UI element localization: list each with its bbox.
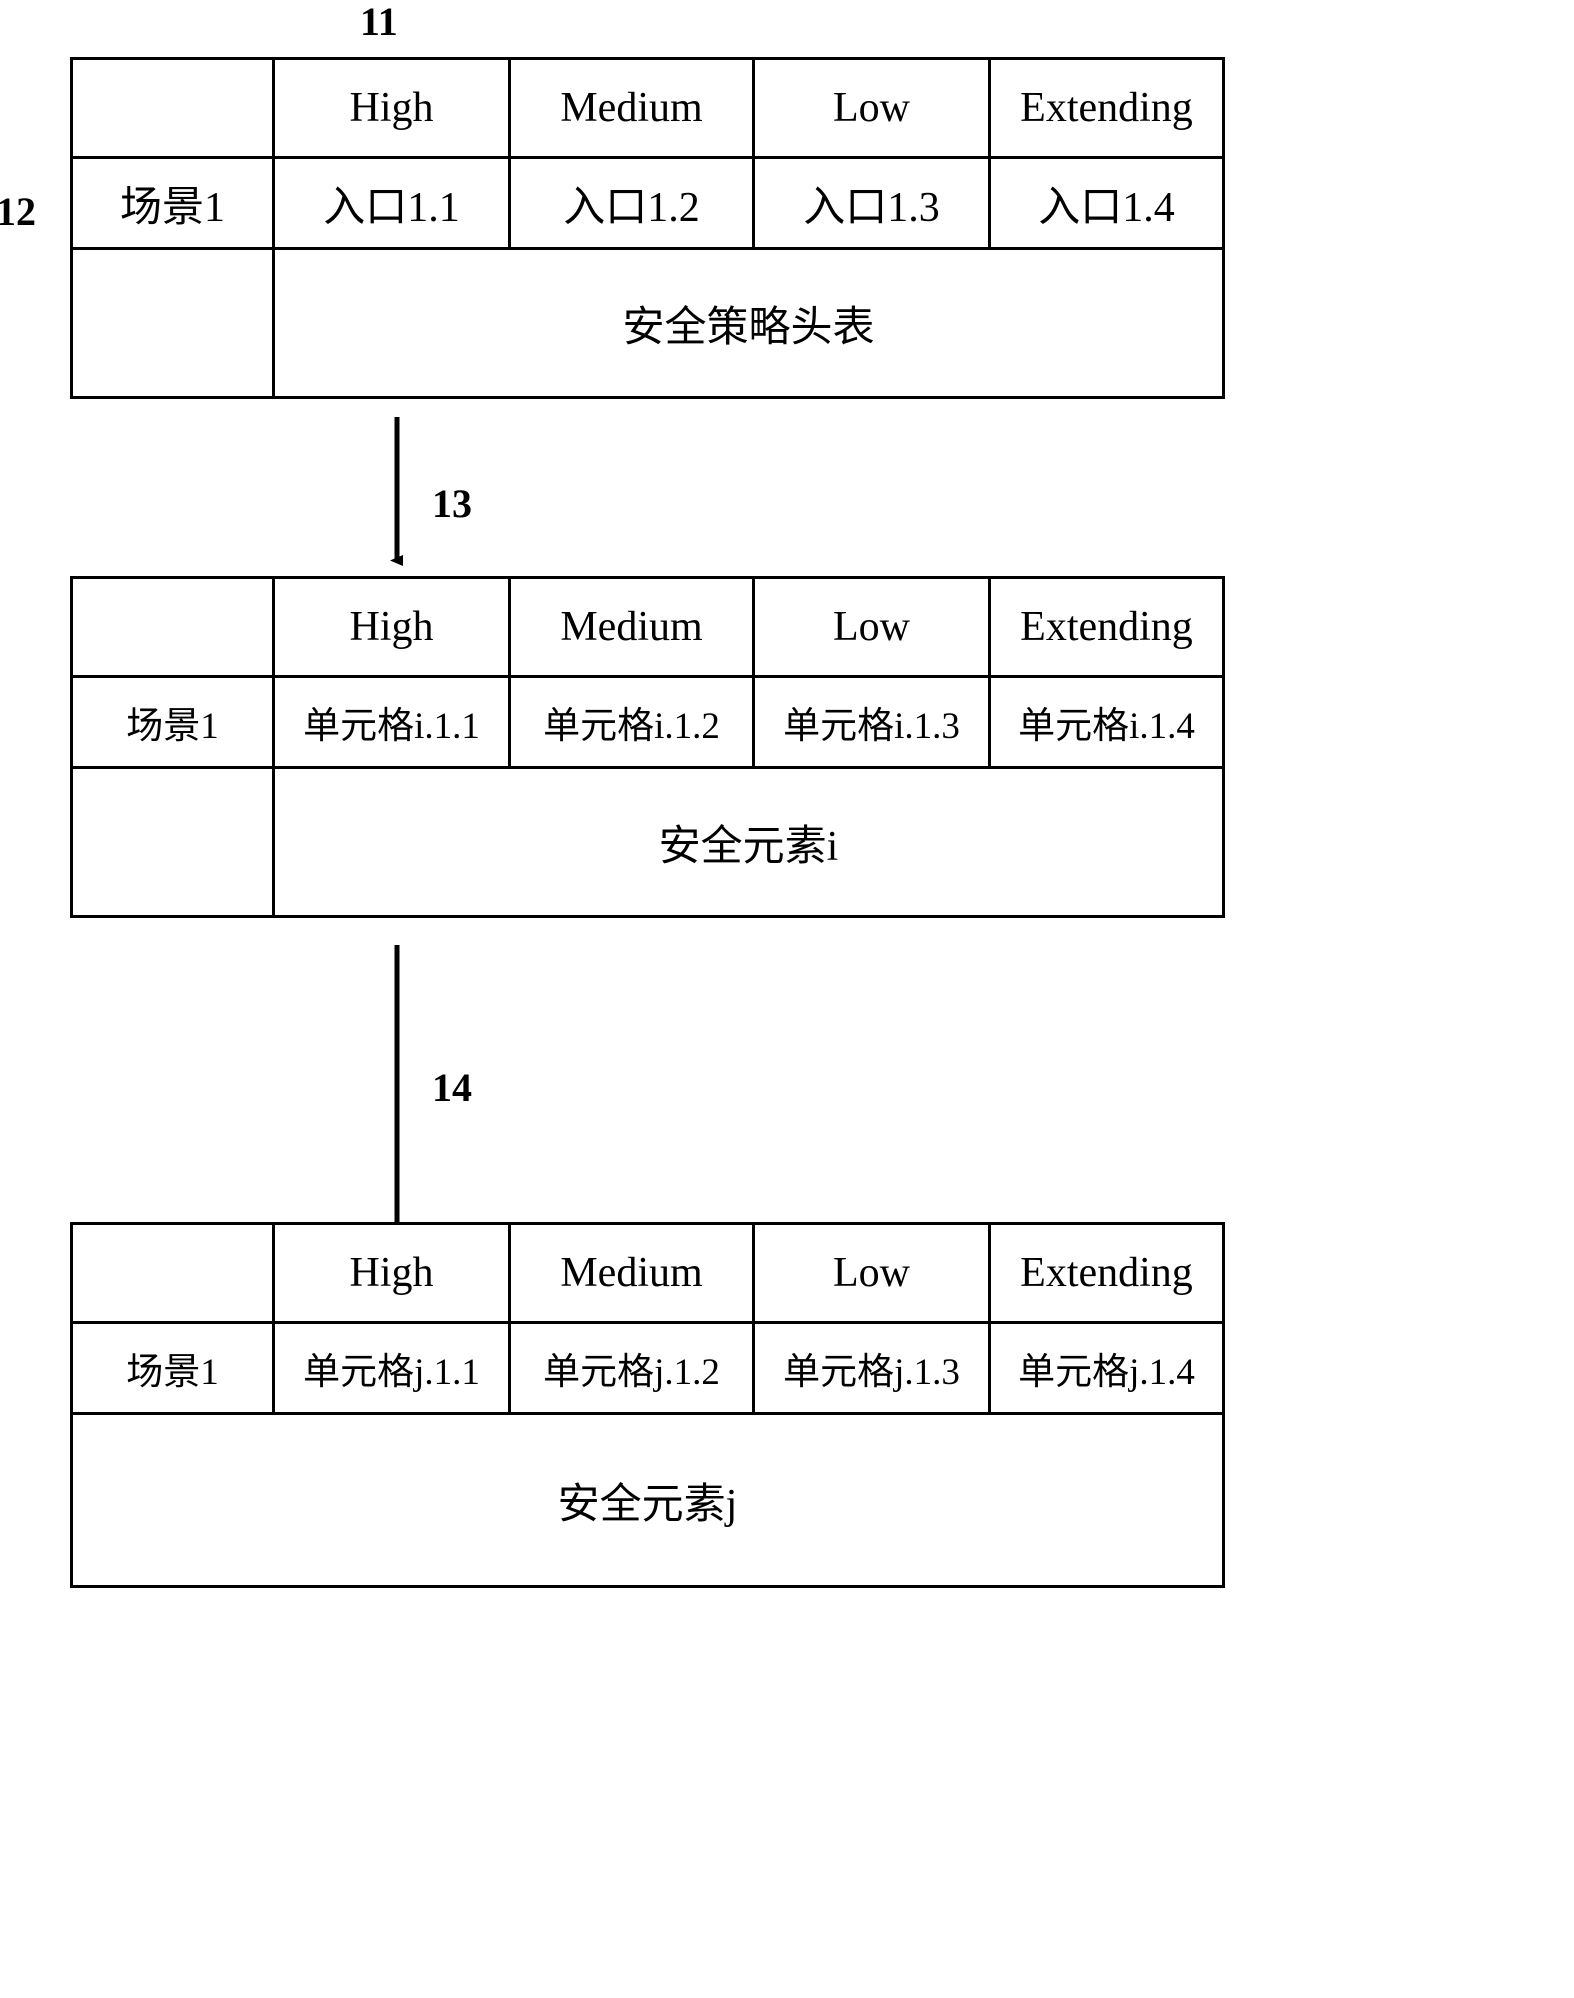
cell-extending: 单元格j.1.4 <box>988 1321 1225 1415</box>
table-row: 安全策略头表 <box>70 247 1225 399</box>
caption-spacer-cell <box>70 766 275 918</box>
table-header-high: High <box>272 576 511 678</box>
table-header-high: High <box>272 57 511 159</box>
table-header-low: Low <box>752 1222 991 1324</box>
figure-canvas: 11 12 13 14 High Medium Low Extending 场景… <box>0 0 1574 1998</box>
table-row: 场景1 入口1.1 入口1.2 入口1.3 入口1.4 <box>70 156 1225 250</box>
table-header-extending: Extending <box>988 576 1225 678</box>
cell-medium: 入口1.2 <box>508 156 755 250</box>
table-header-extending: Extending <box>988 1222 1225 1324</box>
cell-medium: 单元格j.1.2 <box>508 1321 755 1415</box>
table-caption: 安全元素j <box>70 1412 1225 1588</box>
table-caption: 安全元素i <box>272 766 1225 918</box>
cell-high: 入口1.1 <box>272 156 511 250</box>
cell-high: 单元格j.1.1 <box>272 1321 511 1415</box>
cell-low: 单元格j.1.3 <box>752 1321 991 1415</box>
cell-medium: 单元格i.1.2 <box>508 675 755 769</box>
ref-numeral-12: 12 <box>0 189 36 234</box>
table-row: High Medium Low Extending <box>70 1222 1225 1324</box>
ref-numeral-13: 13 <box>432 481 472 526</box>
row-label-scene: 场景1 <box>70 675 275 769</box>
table-row: High Medium Low Extending <box>70 576 1225 678</box>
security-element-j-table: High Medium Low Extending 场景1 单元格j.1.1 单… <box>70 1222 1225 1588</box>
table-row: 场景1 单元格j.1.1 单元格j.1.2 单元格j.1.3 单元格j.1.4 <box>70 1321 1225 1415</box>
table-row: High Medium Low Extending <box>70 57 1225 159</box>
table-header-corner <box>70 576 275 678</box>
table-header-corner <box>70 1222 275 1324</box>
table-row: 安全元素i <box>70 766 1225 918</box>
table-header-extending: Extending <box>988 57 1225 159</box>
table-caption: 安全策略头表 <box>272 247 1225 399</box>
row-label-scene: 场景1 <box>70 1321 275 1415</box>
cell-extending: 入口1.4 <box>988 156 1225 250</box>
ref-numeral-14: 14 <box>432 1065 472 1110</box>
table-header-medium: Medium <box>508 1222 755 1324</box>
table-header-low: Low <box>752 57 991 159</box>
cell-high: 单元格i.1.1 <box>272 675 511 769</box>
table-header-corner <box>70 57 275 159</box>
table-row: 场景1 单元格i.1.1 单元格i.1.2 单元格i.1.3 单元格i.1.4 <box>70 675 1225 769</box>
table-header-medium: Medium <box>508 57 755 159</box>
cell-low: 单元格i.1.3 <box>752 675 991 769</box>
caption-spacer-cell <box>70 247 275 399</box>
security-element-i-table: High Medium Low Extending 场景1 单元格i.1.1 单… <box>70 576 1225 918</box>
table-row: 安全元素j <box>70 1412 1225 1588</box>
policy-head-table: High Medium Low Extending 场景1 入口1.1 入口1.… <box>70 57 1225 399</box>
cell-extending: 单元格i.1.4 <box>988 675 1225 769</box>
table-header-high: High <box>272 1222 511 1324</box>
cell-low: 入口1.3 <box>752 156 991 250</box>
ref-numeral-11: 11 <box>360 0 398 44</box>
table-header-medium: Medium <box>508 576 755 678</box>
row-label-scene: 场景1 <box>70 156 275 250</box>
table-header-low: Low <box>752 576 991 678</box>
